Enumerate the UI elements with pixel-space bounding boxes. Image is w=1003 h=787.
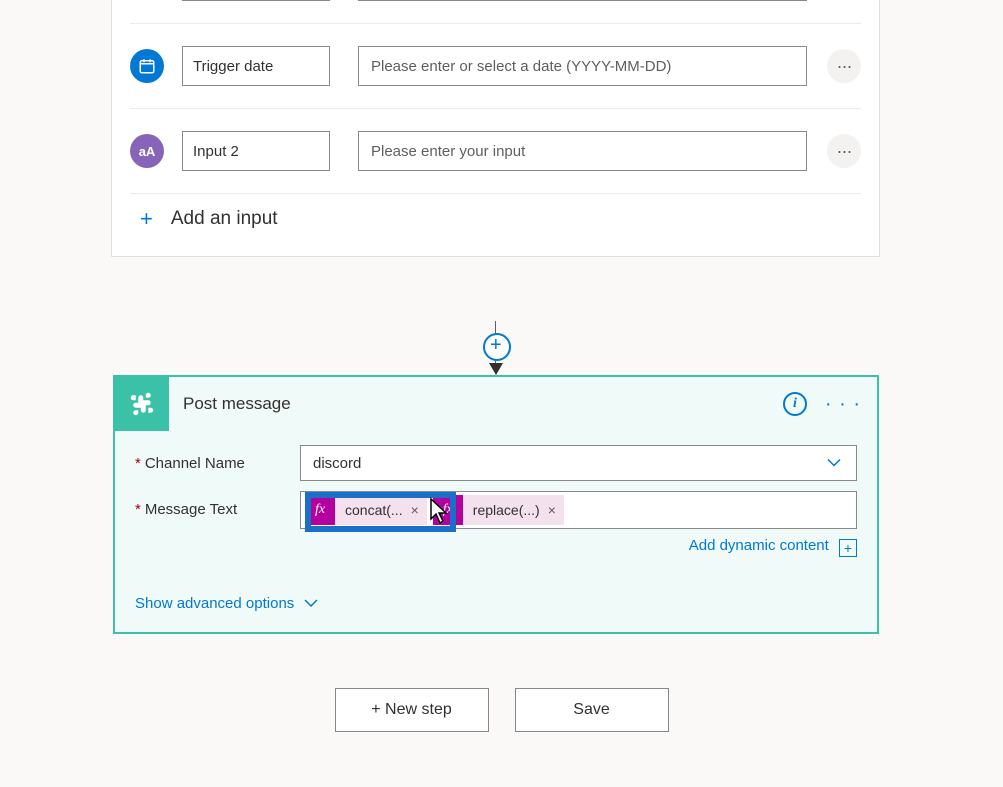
slack-icon [115,377,169,431]
action-card: Post message i · · · *Channel Name disco… [113,375,879,634]
add-dynamic-content-link[interactable]: Add dynamic content [689,537,829,554]
param-value-input[interactable]: Please enter or select a date (YYYY-MM-D… [358,46,807,86]
new-step-button[interactable]: + New step [335,688,489,732]
text-aa-icon: aA [130,134,164,168]
add-input-button[interactable]: + Add an input [130,194,861,238]
chevron-down-icon [304,599,318,608]
insert-step-button[interactable]: + [490,334,502,357]
info-icon[interactable]: i [783,392,807,416]
bottom-toolbar: + New step Save [0,688,1003,732]
flow-connector: + [495,321,496,373]
dynamic-content-row: Add dynamic content + [300,529,857,557]
calendar-icon [130,49,164,83]
param-value-input[interactable]: Please enter your input [358,131,807,171]
action-menu-button[interactable]: · · · [825,393,861,416]
channel-value: discord [313,455,361,472]
message-label: *Message Text [135,491,300,518]
token-text-2: replace(...) [473,502,540,518]
row-menu-button[interactable]: ··· [827,49,861,83]
show-advanced-options-link[interactable]: Show advanced options [135,595,318,612]
remove-token-icon[interactable]: × [548,502,556,518]
fx-icon: fx [305,495,335,525]
row-menu-button[interactable]: ··· [827,134,861,168]
remove-token-icon[interactable]: × [411,502,419,518]
action-header[interactable]: Post message i · · · [115,377,877,431]
add-input-label: Add an input [171,208,278,230]
expression-token[interactable]: fx concat(... × [305,495,427,525]
channel-label: *Channel Name [135,445,300,472]
plus-icon: + [140,206,153,232]
message-row: *Message Text fx concat(... × fx replace… [135,491,857,557]
trigger-card: ··· Trigger date Please enter or select … [111,0,880,257]
param-name-input[interactable]: Input 2 [182,131,330,171]
param-name-input[interactable]: Trigger date [182,46,330,86]
action-title: Post message [169,394,783,414]
trigger-input-row: aA Input 2 Please enter your input ··· [130,109,861,194]
channel-row: *Channel Name discord [135,445,857,481]
save-button[interactable]: Save [515,688,669,732]
param-name-input[interactable] [182,0,330,1]
expression-token[interactable]: fx replace(...) × [433,495,564,525]
trigger-input-row: Trigger date Please enter or select a da… [130,24,861,109]
param-value-input[interactable] [358,0,807,1]
fx-icon: fx [433,495,463,525]
message-text-input[interactable]: fx concat(... × fx replace(...) × [300,491,857,529]
arrow-down-icon [489,363,503,375]
token-text-1: concat(... [345,502,403,518]
channel-select[interactable]: discord [300,445,857,481]
add-dynamic-icon[interactable]: + [839,539,857,557]
trigger-input-row: ··· [130,0,861,24]
chevron-down-icon [826,455,842,472]
